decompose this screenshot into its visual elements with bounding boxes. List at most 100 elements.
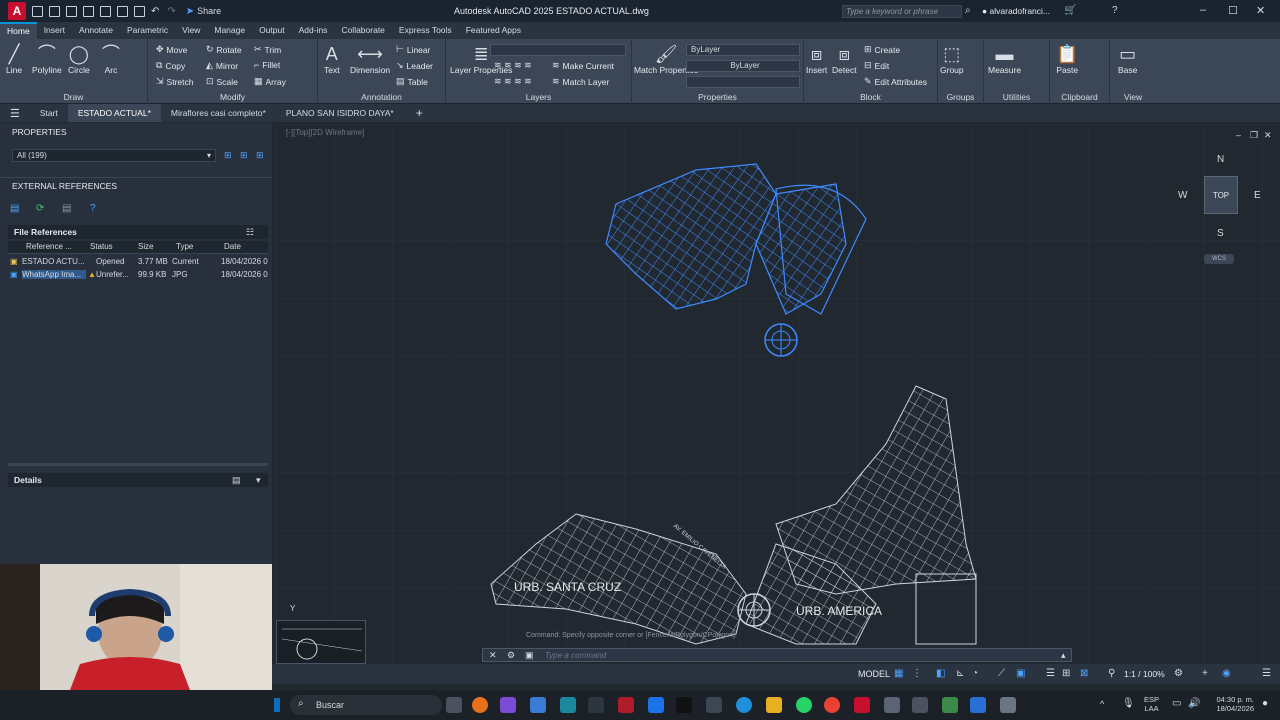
lineweight-icon[interactable]: ☰: [1046, 668, 1055, 679]
undo-icon[interactable]: ↶: [151, 6, 159, 17]
edit-block-button[interactable]: ⊟ Edit: [864, 60, 889, 71]
app-icon[interactable]: [648, 697, 664, 713]
settings-icon[interactable]: [1000, 697, 1016, 713]
column-date[interactable]: Date: [224, 242, 264, 251]
network-icon[interactable]: ▭: [1172, 698, 1181, 709]
wcs-menu[interactable]: WCS: [1204, 254, 1234, 264]
copy-button[interactable]: ⧉ Copy: [156, 60, 185, 71]
share-button[interactable]: ➤ Share: [186, 6, 221, 17]
tab-manage[interactable]: Manage: [207, 22, 252, 39]
app-icon[interactable]: [618, 697, 634, 713]
chevron-up-icon[interactable]: ^: [1100, 699, 1104, 709]
edit-attributes-button[interactable]: ✎ Edit Attributes: [864, 76, 927, 87]
draw-panel-title[interactable]: Draw: [0, 92, 147, 102]
layer-tools-icons-2[interactable]: ≋ ≋ ≋ ≋: [494, 76, 532, 87]
isodraft-icon[interactable]: ⟋: [998, 668, 1005, 679]
command-input[interactable]: Type a command: [545, 651, 606, 660]
linear-button[interactable]: ⊢ Linear: [396, 44, 430, 55]
select-objects-icon[interactable]: ⊞: [240, 150, 248, 161]
scale-button[interactable]: ⊡ Scale: [206, 76, 238, 87]
app-icon[interactable]: [912, 697, 928, 713]
search-input[interactable]: Type a keyword or phrase: [842, 5, 962, 18]
annotation-panel-title[interactable]: Annotation: [318, 92, 445, 102]
volume-icon[interactable]: 🔊: [1188, 698, 1200, 709]
customization-icon[interactable]: ☰: [1262, 668, 1271, 679]
utilities-panel-title[interactable]: Utilities: [984, 92, 1049, 102]
groups-panel-title[interactable]: Groups: [938, 92, 983, 102]
viewport-close-icon[interactable]: ✕: [1264, 130, 1272, 141]
app-icon[interactable]: [560, 697, 576, 713]
chrome-icon[interactable]: [824, 697, 840, 713]
whatsapp-icon[interactable]: [796, 697, 812, 713]
tab-view[interactable]: View: [175, 22, 207, 39]
selection-cycling-icon[interactable]: ⊠: [1080, 668, 1088, 679]
doc-tab-2[interactable]: Miraflores casi completo*: [161, 104, 276, 122]
autocad-logo-icon[interactable]: A: [8, 2, 26, 20]
table-row[interactable]: ▣ WhatsApp Ima... ▲ Unrefer... 99.9 KB J…: [8, 269, 268, 282]
drawing-area[interactable]: [-][Top][2D Wireframe] URB. SANTA CRUZ U…: [276, 124, 1280, 664]
workspace-gear-icon[interactable]: ⚙: [1174, 668, 1183, 679]
viewcube-top[interactable]: TOP: [1204, 176, 1238, 214]
table-row[interactable]: ▣ ESTADO ACTU... Opened 3.77 MB Current …: [8, 256, 268, 269]
text-button[interactable]: A Text: [324, 43, 340, 75]
app-icon[interactable]: [500, 697, 516, 713]
maximize-button[interactable]: ☐: [1228, 4, 1238, 17]
column-type[interactable]: Type: [176, 242, 216, 251]
selection-dropdown[interactable]: All (199) ▾: [12, 149, 216, 162]
color-dropdown[interactable]: ByLayer: [686, 44, 800, 56]
properties-panel-title[interactable]: Properties: [632, 92, 803, 102]
tab-add-ins[interactable]: Add-ins: [292, 22, 335, 39]
app-icon[interactable]: [942, 697, 958, 713]
tab-collaborate[interactable]: Collaborate: [334, 22, 391, 39]
tab-output[interactable]: Output: [252, 22, 292, 39]
input-language[interactable]: ESP LAA: [1144, 695, 1159, 713]
user-account[interactable]: ● alvaradofranci...: [982, 6, 1050, 16]
viewport-restore-icon[interactable]: ❐: [1250, 130, 1258, 141]
rotate-button[interactable]: ↻ Rotate: [206, 44, 242, 55]
model-space-button[interactable]: MODEL: [858, 669, 890, 679]
close-command-icon[interactable]: ✕: [489, 650, 497, 661]
match-layer-button[interactable]: ≋ Match Layer: [552, 76, 609, 87]
stretch-button[interactable]: ⇲ Stretch: [156, 76, 193, 87]
object-snap-tracking-icon[interactable]: ▣: [1016, 668, 1025, 679]
transparency-icon[interactable]: ⊞: [1062, 668, 1070, 679]
minimize-button[interactable]: –: [1200, 4, 1206, 16]
annotation-scale[interactable]: 1:1 / 100%: [1124, 669, 1165, 679]
trim-button[interactable]: ✂ Trim: [254, 44, 281, 55]
edge-icon[interactable]: [736, 697, 752, 713]
viewcube-south[interactable]: S: [1217, 228, 1224, 239]
viewcube-east[interactable]: E: [1254, 190, 1261, 201]
hamburger-menu-icon[interactable]: ☰: [0, 107, 30, 120]
tab-insert[interactable]: Insert: [37, 22, 72, 39]
annotation-monitor-icon[interactable]: +: [1202, 668, 1208, 679]
layer-tools-icons[interactable]: ≋ ≋ ≋ ≋: [494, 60, 532, 71]
column-size[interactable]: Size: [138, 242, 174, 251]
block-panel-title[interactable]: Block: [804, 92, 937, 102]
attach-dwg-icon[interactable]: ▤: [10, 203, 19, 214]
viewport-minimize-icon[interactable]: –: [1236, 130, 1241, 140]
circle-button[interactable]: ◯ Circle: [68, 43, 90, 75]
viewport-label[interactable]: [-][Top][2D Wireframe]: [286, 128, 364, 137]
tab-express-tools[interactable]: Express Tools: [392, 22, 459, 39]
save-as-icon[interactable]: [83, 5, 94, 17]
cart-icon[interactable]: 🛒: [1064, 5, 1076, 16]
mirror-button[interactable]: ◭ Mirror: [206, 60, 238, 71]
quick-select-icon[interactable]: ⊞: [256, 150, 264, 161]
move-button[interactable]: ✥ Move: [156, 44, 187, 55]
change-path-icon[interactable]: ▤: [62, 203, 71, 214]
column-status[interactable]: Status: [90, 242, 130, 251]
redo-icon[interactable]: ↷: [167, 6, 175, 17]
windows-start-icon[interactable]: [274, 698, 280, 712]
view-panel-title[interactable]: View: [1110, 92, 1156, 102]
open-web-icon[interactable]: [100, 5, 111, 17]
clipboard-panel-title[interactable]: Clipboard: [1050, 92, 1109, 102]
task-view-icon[interactable]: [446, 697, 462, 713]
viewcube-west[interactable]: W: [1178, 190, 1187, 201]
fillet-button[interactable]: ⌐ Fillet: [254, 60, 280, 70]
measure-button[interactable]: ▬ Measure: [988, 43, 1021, 75]
grid-icon[interactable]: ▦: [894, 668, 903, 679]
toggle-pickadd-icon[interactable]: ⊞: [224, 150, 232, 161]
app-icon[interactable]: [706, 697, 722, 713]
navigation-thumbnail[interactable]: [276, 620, 366, 664]
arc-button[interactable]: ⌒ Arc: [102, 43, 120, 75]
